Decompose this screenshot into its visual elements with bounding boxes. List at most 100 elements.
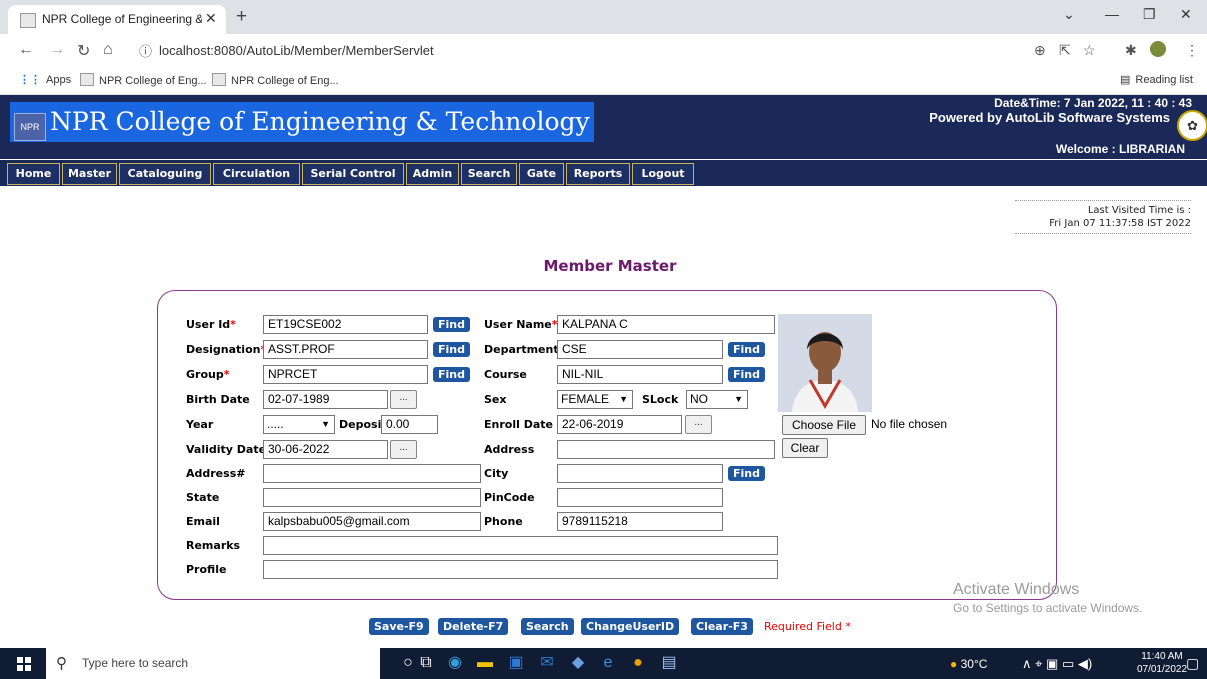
restore-icon[interactable]: ❐ [1143, 6, 1156, 23]
menu-logout[interactable]: Logout [632, 163, 694, 185]
windows-start-icon[interactable] [17, 657, 31, 671]
delete-button[interactable]: Delete-F7 [438, 618, 509, 635]
profile-avatar[interactable] [1150, 41, 1166, 57]
menu-gate[interactable]: Gate [519, 163, 564, 185]
user-id-label: User Id* [186, 318, 236, 331]
birth-date-calendar-button[interactable]: ... [390, 390, 417, 409]
home-icon[interactable]: ⌂ [103, 41, 113, 59]
enroll-date-calendar-button[interactable]: ... [685, 415, 712, 434]
department-label: Department* [484, 343, 564, 356]
back-icon[interactable]: ← [18, 41, 34, 59]
menu-cataloguing[interactable]: Cataloguing [119, 163, 211, 185]
state-field[interactable] [263, 488, 481, 507]
city-label: City [484, 467, 509, 480]
reload-icon[interactable]: ↻ [77, 41, 90, 61]
year-select[interactable]: ..... ▼ [263, 415, 335, 434]
menu-home[interactable]: Home [7, 163, 60, 185]
menu-circulation[interactable]: Circulation [213, 163, 300, 185]
browser-menu-icon[interactable]: ⋮ [1185, 42, 1199, 59]
bookmark-star-icon[interactable]: ☆ [1083, 42, 1096, 59]
browser-tab[interactable]: NPR College of Engineering & Te ✕ [8, 5, 226, 34]
edge-icon[interactable]: ◉ [443, 652, 467, 674]
find-user-id-button[interactable]: Find [433, 317, 470, 332]
find-group-button[interactable]: Find [433, 367, 470, 382]
mail-icon[interactable]: ✉ [535, 652, 559, 674]
find-course-button[interactable]: Find [728, 367, 765, 382]
menu-serial-control[interactable]: Serial Control [302, 163, 404, 185]
share-icon[interactable]: ⇱ [1059, 42, 1071, 59]
user-name-field[interactable]: KALPANA C [557, 315, 775, 334]
validity-date-field[interactable]: 30-06-2022 [263, 440, 388, 459]
menu-master[interactable]: Master [62, 163, 117, 185]
task-view-icon[interactable]: ⧉ [414, 652, 438, 674]
profile-field[interactable] [263, 560, 778, 579]
window-close-icon[interactable]: ✕ [1180, 6, 1192, 23]
menu-search[interactable]: Search [461, 163, 517, 185]
designation-field[interactable]: ASST.PROF [263, 340, 428, 359]
find-designation-button[interactable]: Find [433, 342, 470, 357]
address2-label: Address# [186, 467, 246, 480]
user-id-field[interactable]: ET19CSE002 [263, 315, 428, 334]
bookmark-apps[interactable]: ⋮⋮ Apps [19, 73, 71, 86]
internet-explorer-icon[interactable]: e [596, 652, 620, 674]
validity-date-calendar-button[interactable]: ... [390, 440, 417, 459]
change-user-id-button[interactable]: ChangeUserID [581, 618, 680, 635]
weather-widget[interactable]: ● 30°C [950, 657, 987, 671]
bookmark-npr-2[interactable]: NPR College of Eng... [212, 73, 339, 87]
save-button[interactable]: Save-F9 [369, 618, 429, 635]
activate-windows-hint: Go to Settings to activate Windows. [953, 601, 1143, 615]
find-city-button[interactable]: Find [728, 466, 765, 481]
taskbar-search[interactable]: ⚲ Type here to search [46, 648, 380, 679]
department-field[interactable]: CSE [557, 340, 723, 359]
file-explorer-icon[interactable]: ▬ [473, 652, 497, 674]
choose-file-button[interactable]: Choose File [782, 415, 866, 435]
menu-admin[interactable]: Admin [406, 163, 459, 185]
chevron-down-icon: ▼ [619, 394, 628, 404]
remarks-field[interactable] [263, 536, 778, 555]
email-field[interactable]: kalpsbabu005@gmail.com [263, 512, 481, 531]
city-field[interactable] [557, 464, 723, 483]
reading-list-button[interactable]: ▤ Reading list [1120, 73, 1193, 86]
birth-date-field[interactable]: 02-07-1989 [263, 390, 388, 409]
sex-select[interactable]: FEMALE ▼ [557, 390, 633, 409]
phone-label: Phone [484, 515, 523, 528]
group-field[interactable]: NPRCET [263, 365, 428, 384]
chrome-icon[interactable]: ● [626, 652, 650, 674]
forward-icon[interactable]: → [49, 41, 65, 59]
search-button[interactable]: Search [521, 618, 574, 635]
new-tab-icon[interactable]: + [236, 6, 247, 28]
address-field[interactable] [557, 440, 775, 459]
menu-reports[interactable]: Reports [566, 163, 630, 185]
system-tray-icons[interactable]: ∧ ⌖ ▣ ▭ ◀) [1022, 656, 1092, 672]
validity-date-label: Validity Date* [186, 443, 272, 456]
minimize-icon[interactable]: — [1105, 6, 1119, 22]
bookmark-npr-1[interactable]: NPR College of Eng... [80, 73, 207, 87]
group-label: Group* [186, 368, 230, 381]
enroll-date-field[interactable]: 22-06-2019 [557, 415, 682, 434]
course-field[interactable]: NIL-NIL [557, 365, 723, 384]
address2-field[interactable] [263, 464, 481, 483]
slock-select[interactable]: NO ▼ [686, 390, 748, 409]
extensions-icon[interactable]: ✱ [1125, 42, 1137, 59]
clear-photo-button[interactable]: Clear [782, 438, 828, 458]
clear-form-button[interactable]: Clear-F3 [691, 618, 753, 635]
apps-grid-icon: ⋮⋮ [19, 74, 41, 86]
pincode-field[interactable] [557, 488, 723, 507]
site-info-icon[interactable]: ⓘ [139, 41, 152, 60]
college-title: NPR College of Engineering & Technology [10, 102, 594, 142]
deposit-field[interactable]: 0.00 [381, 415, 438, 434]
user-name-label: User Name* [484, 318, 558, 331]
zoom-icon[interactable]: ⊕ [1034, 42, 1046, 59]
phone-field[interactable]: 9789115218 [557, 512, 723, 531]
tab-close-icon[interactable]: ✕ [205, 10, 217, 27]
notification-icon[interactable]: ▢ [1186, 655, 1199, 672]
find-department-button[interactable]: Find [728, 342, 765, 357]
notepad-icon[interactable]: ▤ [657, 652, 681, 674]
tab-search-chevron-icon[interactable]: ⌄ [1063, 6, 1075, 23]
pincode-label: PinCode [484, 491, 535, 504]
app-icon[interactable]: ◆ [566, 652, 590, 674]
store-icon[interactable]: ▣ [504, 652, 528, 674]
page-title: Member Master [543, 257, 677, 275]
taskbar-clock[interactable]: 11:40 AM 07/01/2022 [1136, 650, 1188, 676]
url-field[interactable]: ⓘ localhost:8080/AutoLib/Member/MemberSe… [133, 39, 1003, 63]
